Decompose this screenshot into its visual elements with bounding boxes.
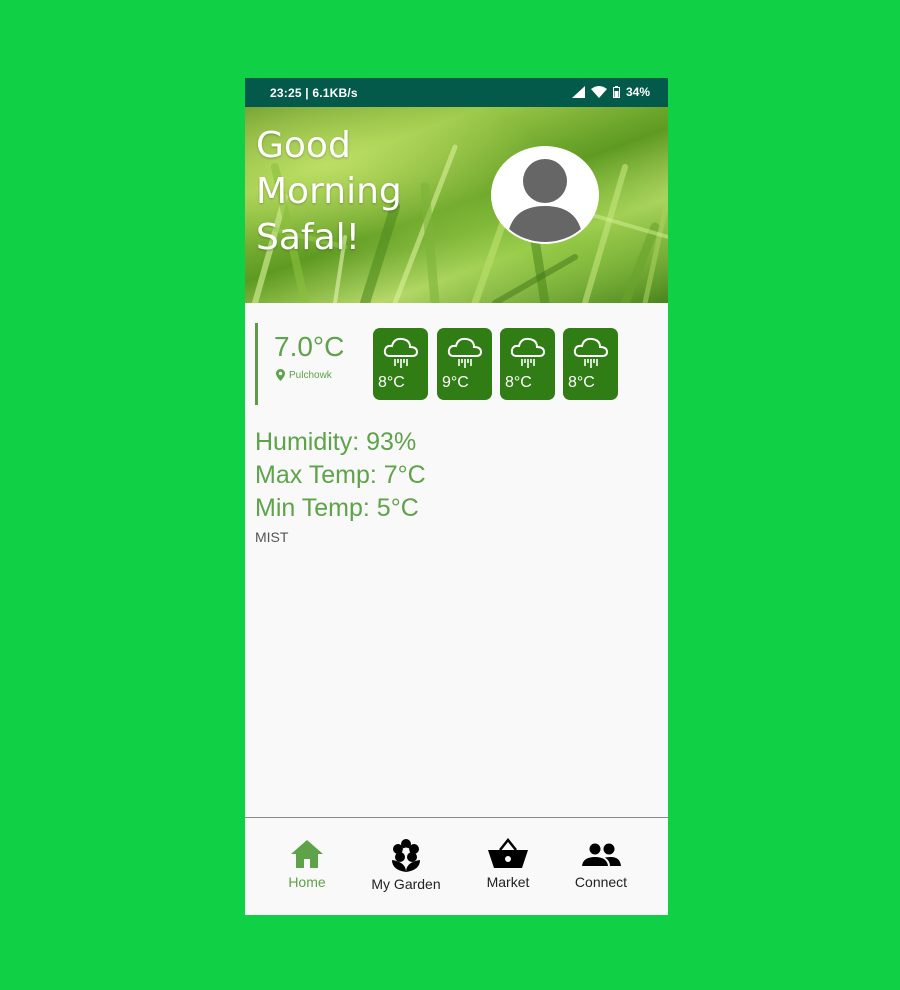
- rain-cloud-icon: [383, 337, 419, 368]
- forecast-card[interactable]: 9°C: [437, 328, 492, 400]
- humidity-text: Humidity: 93%: [255, 428, 417, 456]
- nav-market[interactable]: Market: [478, 838, 538, 890]
- current-weather: 7.0°C Pulchowk: [255, 323, 358, 405]
- nav-my-garden-label: My Garden: [371, 876, 441, 892]
- shopping-basket-icon: [488, 838, 528, 868]
- battery-percentage: 34%: [625, 85, 650, 99]
- forecast-card[interactable]: 8°C: [373, 328, 428, 400]
- profile-avatar[interactable]: [491, 146, 599, 244]
- forecast-temp: 8°C: [568, 374, 595, 391]
- nav-connect-label: Connect: [574, 874, 628, 890]
- forecast-card[interactable]: 8°C: [500, 328, 555, 400]
- greeting-text: Good Morning Safal!: [256, 125, 402, 258]
- header-banner: Good Morning Safal!: [245, 107, 668, 303]
- nav-my-garden[interactable]: My Garden: [367, 838, 445, 892]
- location-name: Pulchowk: [289, 369, 332, 381]
- rain-cloud-icon: [573, 337, 609, 368]
- location-pin-icon: [276, 369, 285, 381]
- flower-icon: [392, 839, 420, 872]
- status-time: 23:25 | 6.1KB/s: [270, 86, 358, 100]
- battery-icon: [612, 86, 620, 98]
- user-icon: [507, 159, 583, 242]
- nav-home-label: Home: [288, 874, 326, 890]
- home-icon: [291, 840, 323, 868]
- signal-icon: [571, 86, 585, 98]
- status-bar: 23:25 | 6.1KB/s 34%: [245, 78, 668, 107]
- forecast-temp: 8°C: [505, 374, 532, 391]
- forecast-temp: 9°C: [442, 374, 469, 391]
- current-temperature: 7.0°C: [274, 331, 345, 362]
- min-temp-text: Min Temp: 5°C: [255, 494, 419, 522]
- phone-screen: 23:25 | 6.1KB/s 34% Good Morning Safal! …: [245, 78, 668, 915]
- rain-cloud-icon: [510, 337, 546, 368]
- nav-connect[interactable]: Connect: [567, 838, 635, 890]
- nav-home[interactable]: Home: [281, 838, 333, 890]
- weather-condition: MIST: [255, 529, 289, 545]
- location-label: Pulchowk: [276, 369, 332, 381]
- rain-cloud-icon: [447, 337, 483, 368]
- max-temp-text: Max Temp: 7°C: [255, 461, 426, 489]
- weather-details: Humidity: 93% Max Temp: 7°C Min Temp: 5°…: [255, 426, 426, 545]
- bottom-navigation: Home My Garden Market Connect: [245, 817, 668, 915]
- people-icon: [582, 843, 621, 866]
- forecast-temp: 8°C: [378, 374, 405, 391]
- nav-market-label: Market: [486, 874, 530, 890]
- status-icons: 34%: [571, 85, 650, 99]
- forecast-card[interactable]: 8°C: [563, 328, 618, 400]
- wifi-icon: [590, 86, 607, 98]
